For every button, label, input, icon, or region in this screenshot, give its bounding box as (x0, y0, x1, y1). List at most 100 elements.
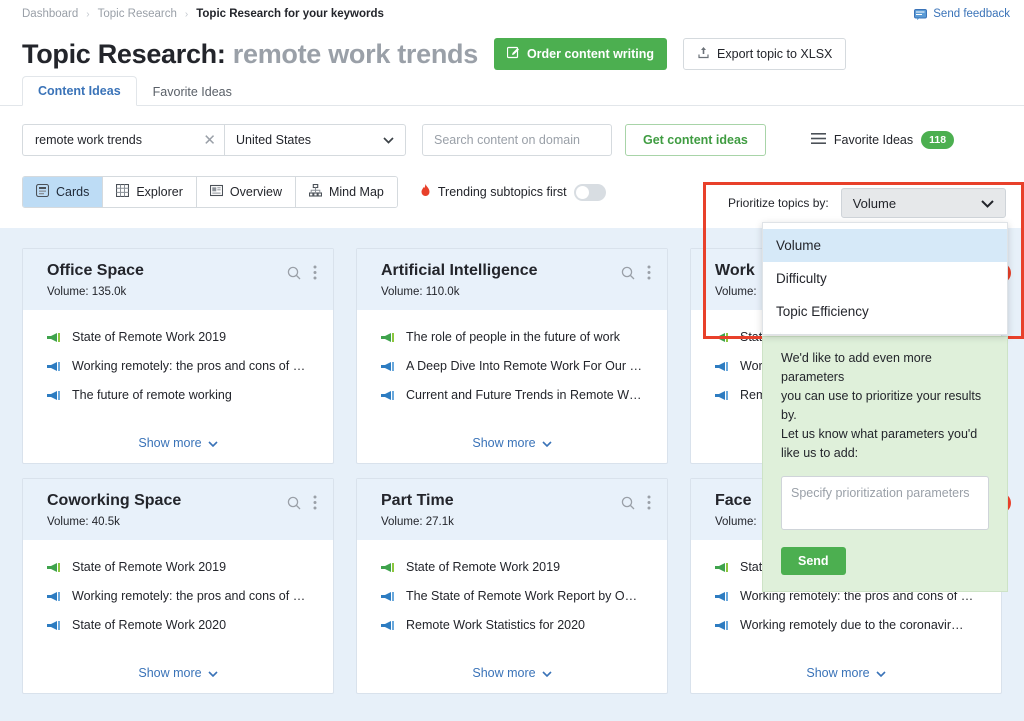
domain-search-input[interactable] (434, 125, 600, 155)
prioritize-option-topic-efficiency[interactable]: Topic Efficiency (763, 295, 1007, 328)
megaphone-blue-icon (381, 390, 395, 401)
trending-subtopics-label: Trending subtopics first (438, 185, 567, 199)
chevron-down-icon (542, 666, 552, 680)
favorite-ideas-link[interactable]: Favorite Ideas 118 (811, 131, 954, 149)
megaphone-green-icon (381, 562, 395, 573)
idea-item[interactable]: State of Remote Work 2019 (47, 330, 317, 344)
tab-content-ideas[interactable]: Content Ideas (22, 76, 137, 106)
card-menu-icon[interactable] (313, 495, 317, 510)
idea-text: State of Remote Work 2019 (72, 560, 226, 574)
idea-item[interactable]: State of Remote Work 2019 (381, 560, 651, 574)
trending-subtopics-toggle[interactable] (574, 184, 606, 201)
idea-text: A Deep Dive Into Remote Work For Our … (406, 359, 642, 373)
chevron-down-icon (542, 436, 552, 450)
view-mode-explorer[interactable]: Explorer (103, 177, 197, 207)
order-content-writing-button[interactable]: Order content writing (494, 38, 667, 70)
search-row: ✕ United States Get content ideas Favori… (22, 124, 1002, 156)
card-search-icon[interactable] (287, 496, 301, 510)
list-icon (811, 133, 826, 147)
card-body: State of Remote Work 2019 The State of R… (357, 540, 667, 656)
prioritization-parameters-input[interactable] (781, 476, 989, 530)
prioritize-option-difficulty[interactable]: Difficulty (763, 262, 1007, 295)
get-content-ideas-button[interactable]: Get content ideas (625, 124, 766, 156)
show-more-button[interactable]: Show more (357, 426, 667, 463)
prioritize-select-value: Volume (853, 196, 896, 211)
topic-card[interactable]: Part Time Volume: 27.1k State of Remote … (356, 478, 668, 694)
table-icon (116, 184, 129, 200)
idea-text: State of Remote Work 2020 (72, 618, 226, 632)
breadcrumb-item-dashboard[interactable]: Dashboard (22, 8, 78, 20)
idea-item[interactable]: Remote Work Statistics for 2020 (381, 618, 651, 632)
idea-item[interactable]: Working remotely: the pros and cons of … (47, 359, 317, 373)
idea-text: Remote Work Statistics for 2020 (406, 618, 585, 632)
card-search-icon[interactable] (621, 496, 635, 510)
idea-item[interactable]: Working remotely due to the coronavir… (715, 618, 985, 632)
view-mode-mind-map[interactable]: Mind Map (296, 177, 397, 207)
top-bar: Dashboard › Topic Research › Topic Resea… (0, 0, 1024, 28)
view-mode-explorer-label: Explorer (136, 185, 183, 199)
topic-card[interactable]: Artificial Intelligence Volume: 110.0k T… (356, 248, 668, 464)
idea-item[interactable]: A Deep Dive Into Remote Work For Our … (381, 359, 651, 373)
feedback-text-line-3: Let us know what parameters you'd like u… (781, 425, 989, 463)
idea-item[interactable]: The role of people in the future of work (381, 330, 651, 344)
card-volume-value: 27.1k (426, 516, 454, 528)
view-mode-cards[interactable]: Cards (23, 177, 103, 207)
cards-icon (36, 184, 49, 200)
show-more-button[interactable]: Show more (23, 656, 333, 693)
view-mode-overview[interactable]: Overview (197, 177, 296, 207)
send-feedback-link[interactable]: Send feedback (914, 8, 1010, 20)
feedback-text-line-1: We'd like to add even more parameters (781, 349, 989, 387)
export-xlsx-button[interactable]: Export topic to XLSX (683, 38, 846, 70)
idea-item[interactable]: State of Remote Work 2019 (47, 560, 317, 574)
page-title-keyword: remote work trends (233, 39, 478, 69)
prioritize-dropdown-menu: Volume Difficulty Topic Efficiency (762, 222, 1008, 335)
card-search-icon[interactable] (287, 266, 301, 280)
card-volume: Volume: 40.5k (47, 516, 317, 528)
keyword-input[interactable] (35, 133, 199, 147)
idea-text: The future of remote working (72, 388, 232, 402)
card-search-icon[interactable] (621, 266, 635, 280)
export-icon (697, 46, 710, 62)
view-mode-overview-label: Overview (230, 185, 282, 199)
topic-card[interactable]: Coworking Space Volume: 40.5k State of R… (22, 478, 334, 694)
card-header: Coworking Space Volume: 40.5k (23, 479, 333, 540)
megaphone-green-icon (381, 332, 395, 343)
speech-bubble-icon (914, 9, 927, 20)
card-volume-label: Volume: (47, 516, 89, 528)
prioritize-select[interactable]: Volume (841, 188, 1006, 218)
show-more-button[interactable]: Show more (357, 656, 667, 693)
card-volume: Volume: 135.0k (47, 286, 317, 298)
card-title: Coworking Space (47, 492, 287, 510)
idea-item[interactable]: Current and Future Trends in Remote W… (381, 388, 651, 402)
trending-subtopics-toggle-row[interactable]: Trending subtopics first (420, 184, 606, 201)
megaphone-blue-icon (715, 390, 729, 401)
idea-item[interactable]: State of Remote Work 2020 (47, 618, 317, 632)
breadcrumb: Dashboard › Topic Research › Topic Resea… (22, 8, 384, 20)
show-more-button[interactable]: Show more (691, 656, 1001, 693)
card-title: Part Time (381, 492, 621, 510)
clear-keyword-icon[interactable]: ✕ (199, 133, 216, 148)
card-menu-icon[interactable] (647, 495, 651, 510)
idea-item[interactable]: The State of Remote Work Report by O… (381, 589, 651, 603)
prioritize-label: Prioritize topics by: (728, 196, 829, 210)
prioritize-option-volume[interactable]: Volume (763, 229, 1007, 262)
favorite-ideas-count-badge: 118 (921, 131, 954, 149)
chevron-down-icon (208, 666, 218, 680)
card-volume-label: Volume: (381, 516, 423, 528)
send-button[interactable]: Send (781, 547, 846, 575)
card-volume-value: 135.0k (92, 286, 127, 298)
tab-favorite-ideas[interactable]: Favorite Ideas (137, 77, 248, 106)
card-menu-icon[interactable] (647, 265, 651, 280)
card-body: State of Remote Work 2019 Working remote… (23, 540, 333, 656)
mind-map-icon (309, 184, 322, 200)
overview-icon (210, 184, 223, 200)
megaphone-blue-icon (47, 361, 61, 372)
show-more-button[interactable]: Show more (23, 426, 333, 463)
breadcrumb-item-topic-research[interactable]: Topic Research (98, 8, 177, 20)
card-menu-icon[interactable] (313, 265, 317, 280)
idea-item[interactable]: The future of remote working (47, 388, 317, 402)
country-select[interactable]: United States (224, 124, 406, 156)
card-volume-label: Volume: (715, 516, 757, 528)
topic-card[interactable]: Office Space Volume: 135.0k State of Rem… (22, 248, 334, 464)
idea-item[interactable]: Working remotely: the pros and cons of … (47, 589, 317, 603)
